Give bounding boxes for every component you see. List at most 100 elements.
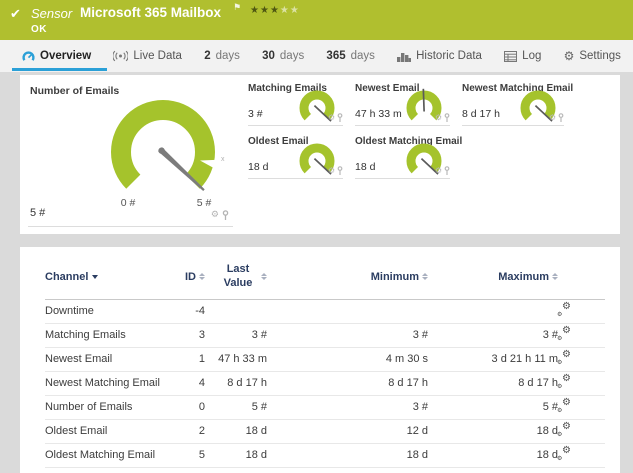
channel-maximum: 3 d 21 h 11 m xyxy=(491,353,558,365)
priority-stars[interactable]: ★★★★★ xyxy=(250,5,300,16)
page-title: Microsoft 365 Mailbox xyxy=(80,5,222,20)
gauges-panel: Number of Emails x 0 # 5 # 5 # ⚙ Matchin… xyxy=(20,75,620,234)
gauge-max-marker-icon: x xyxy=(221,156,225,163)
gear-icon[interactable]: ⚙ xyxy=(211,211,219,220)
star-icon[interactable]: ★ xyxy=(250,5,260,16)
gauge-value: 3 # xyxy=(248,108,263,120)
channel-last-value: 18 d xyxy=(245,449,267,461)
edit-channel-gear-icon[interactable]: ⚙ ⚙ xyxy=(557,421,571,437)
gear-icon: ⚙ xyxy=(563,49,575,63)
edit-channel-gear-icon[interactable]: ⚙ ⚙ xyxy=(557,349,571,365)
table-row[interactable]: Matching Emails 3 3 # 3 # 3 # ⚙ ⚙ xyxy=(45,324,605,348)
gauge-icon xyxy=(22,50,35,61)
gear-icon[interactable]: ⚙ xyxy=(435,167,442,175)
channel-maximum: 3 # xyxy=(542,329,558,341)
gauge-value: 18 d xyxy=(355,161,376,173)
channel-id: 1 xyxy=(198,353,205,365)
channel-minimum: 4 m 30 s xyxy=(385,353,428,365)
channels-panel: Channel ID Last Value Minimum Maximum Do… xyxy=(20,247,620,473)
channel-minimum: 18 d xyxy=(406,449,428,461)
table-header-row: Channel ID Last Value Minimum Maximum xyxy=(45,259,605,300)
gauge-title: Number of Emails xyxy=(30,85,120,97)
table-row[interactable]: Newest Email 1 47 h 33 m 4 m 30 s 3 d 21… xyxy=(45,348,605,372)
pin-icon[interactable] xyxy=(337,113,343,122)
gear-icon[interactable]: ⚙ xyxy=(549,114,556,122)
channels-table: Channel ID Last Value Minimum Maximum Do… xyxy=(45,259,605,468)
gauge-scale-max: 5 # xyxy=(197,197,212,209)
pin-icon[interactable] xyxy=(337,166,343,175)
tab-live-data[interactable]: Live Data xyxy=(111,40,184,72)
channel-last-value: 5 # xyxy=(251,401,267,413)
gear-icon[interactable]: ⚙ xyxy=(435,114,442,122)
star-icon[interactable]: ★ xyxy=(290,5,300,16)
gauge-scale-min: 0 # xyxy=(121,197,136,209)
channel-maximum: 8 d 17 h xyxy=(518,377,558,389)
table-row[interactable]: Downtime -4 ⚙ ⚙ xyxy=(45,300,605,324)
gear-icon[interactable]: ⚙ xyxy=(328,114,335,122)
column-header-id[interactable]: ID xyxy=(165,271,205,283)
channel-last-value: 8 d 17 h xyxy=(227,377,267,389)
edit-channel-gear-icon[interactable]: ⚙ ⚙ xyxy=(557,397,571,413)
channel-last-value: 47 h 33 m xyxy=(218,353,267,365)
pin-icon[interactable] xyxy=(222,210,229,220)
channel-id: 4 xyxy=(198,377,205,389)
edit-channel-gear-icon[interactable]: ⚙ ⚙ xyxy=(557,301,571,317)
pin-icon[interactable] xyxy=(444,166,450,175)
gear-icon[interactable]: ⚙ xyxy=(328,167,335,175)
channel-id: 5 xyxy=(198,449,205,461)
channel-maximum: 5 # xyxy=(542,401,558,413)
gauge-value: 18 d xyxy=(248,161,269,173)
channel-name: Matching Emails xyxy=(45,329,126,341)
table-row[interactable]: Newest Matching Email 4 8 d 17 h 8 d 17 … xyxy=(45,372,605,396)
column-header-last-value[interactable]: Last Value xyxy=(205,263,267,291)
channel-name: Newest Matching Email xyxy=(45,377,160,389)
tab-30-days[interactable]: 30 days xyxy=(260,40,306,72)
table-row[interactable]: Number of Emails 0 5 # 3 # 5 # ⚙ ⚙ xyxy=(45,396,605,420)
channel-name: Oldest Matching Email xyxy=(45,449,156,461)
star-icon[interactable]: ★ xyxy=(270,5,280,16)
sort-desc-icon xyxy=(92,274,99,279)
sensor-kind-label: Sensor xyxy=(31,6,73,21)
channel-last-value: 18 d xyxy=(245,425,267,437)
pin-icon[interactable] xyxy=(558,113,564,122)
tab-settings[interactable]: ⚙ Settings xyxy=(562,40,623,72)
star-icon[interactable]: ★ xyxy=(260,5,270,16)
channel-name: Oldest Email xyxy=(45,425,108,437)
tab-overview[interactable]: Overview xyxy=(11,40,108,72)
table-row[interactable]: Oldest Email 2 18 d 12 d 18 d ⚙ ⚙ xyxy=(45,420,605,444)
tab-log[interactable]: Log xyxy=(502,40,543,72)
channel-maximum: 18 d xyxy=(536,425,558,437)
column-header-minimum[interactable]: Minimum xyxy=(267,271,428,283)
gauge-value: 5 # xyxy=(30,207,46,219)
channel-minimum: 12 d xyxy=(406,425,428,437)
edit-channel-gear-icon[interactable]: ⚙ ⚙ xyxy=(557,373,571,389)
channel-minimum: 3 # xyxy=(412,401,428,413)
gauge-cell: Newest Email 47 h 33 m ⚙ xyxy=(355,82,450,126)
channel-id: 2 xyxy=(198,425,205,437)
tab-365-days[interactable]: 365 days xyxy=(324,40,376,72)
sensor-header: ✔ Sensor Microsoft 365 Mailbox ⚑ ★★★★★ O… xyxy=(0,0,633,40)
main-gauge-cell: Number of Emails x 0 # 5 # 5 # ⚙ xyxy=(28,81,233,227)
main-gauge-chart: x 0 # 5 # xyxy=(111,100,225,209)
tab-historic-data[interactable]: Historic Data xyxy=(395,40,484,72)
edit-channel-gear-icon[interactable]: ⚙ ⚙ xyxy=(557,325,571,341)
column-header-maximum[interactable]: Maximum xyxy=(428,271,558,283)
channel-minimum: 3 # xyxy=(412,329,428,341)
mini-gauge-grid: Matching Emails 3 # ⚙ Newest Email 47 h … xyxy=(248,82,596,179)
channel-minimum: 8 d 17 h xyxy=(388,377,428,389)
channel-maximum: 18 d xyxy=(536,449,558,461)
edit-channel-gear-icon[interactable]: ⚙ ⚙ xyxy=(557,445,571,461)
flag-icon[interactable]: ⚑ xyxy=(233,3,241,13)
gauge-value: 8 d 17 h xyxy=(462,108,500,120)
channel-last-value: 3 # xyxy=(251,329,267,341)
column-header-channel[interactable]: Channel xyxy=(45,271,165,283)
pin-icon[interactable] xyxy=(444,113,450,122)
table-row[interactable]: Oldest Matching Email 5 18 d 18 d 18 d ⚙… xyxy=(45,444,605,468)
sort-icon xyxy=(552,273,558,281)
gauge-cell: Newest Matching Email 8 d 17 h ⚙ xyxy=(462,82,573,126)
star-icon[interactable]: ★ xyxy=(280,5,290,16)
status-badge: OK xyxy=(31,24,47,35)
tab-2-days[interactable]: 2 days xyxy=(202,40,242,72)
log-icon xyxy=(504,50,518,62)
gauge-cell: Oldest Matching Email 18 d ⚙ xyxy=(355,135,462,179)
